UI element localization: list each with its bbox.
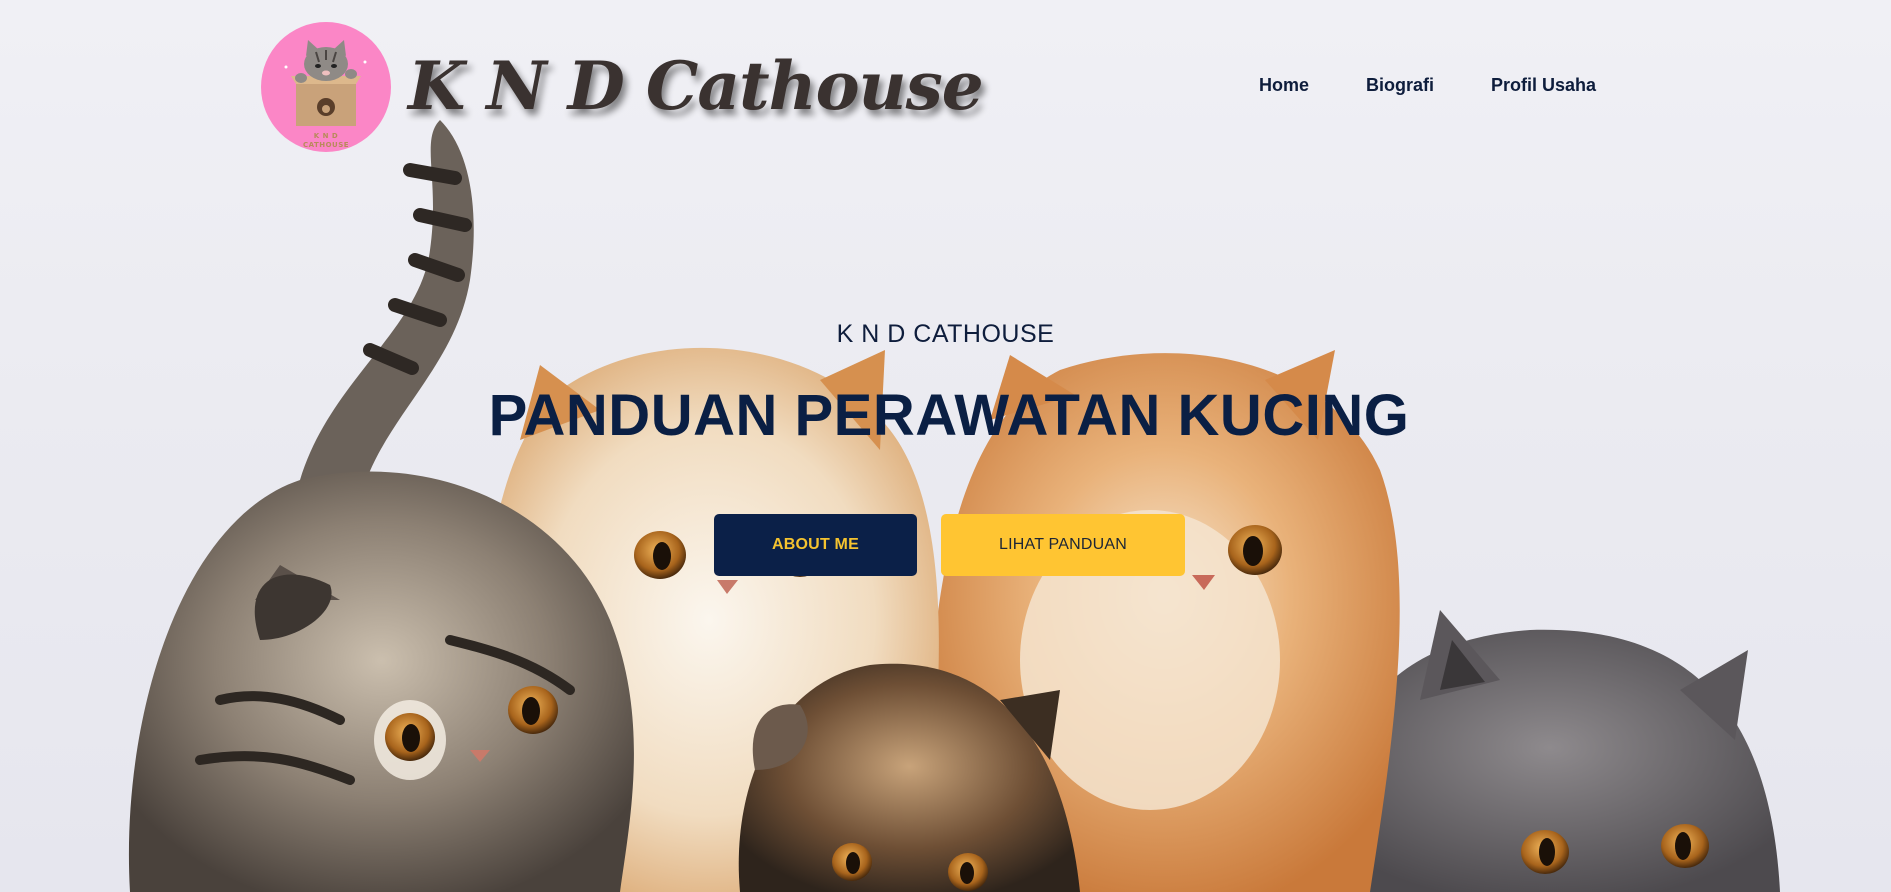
main-nav: Home Biografi Profil Usaha	[1259, 75, 1596, 96]
logo-caption-line2: CATHOUSE	[302, 141, 350, 149]
brand-title[interactable]: K N D Cathouse	[408, 46, 984, 126]
logo[interactable]: K N D CATHOUSE	[261, 22, 391, 157]
hero-page: K N D CATHOUSE K N D Cathouse Home Biogr…	[0, 0, 1891, 892]
nav-home-link[interactable]: Home	[1259, 75, 1309, 96]
logo-caption-line1: K N D	[313, 132, 339, 140]
nav-biografi-link[interactable]: Biografi	[1366, 75, 1434, 96]
hero-subtitle: K N D CATHOUSE	[836, 320, 1055, 348]
hero-title: PANDUAN PERAWATAN KUCING	[488, 383, 1410, 448]
nav-profil-usaha-link[interactable]: Profil Usaha	[1491, 75, 1596, 96]
lihat-panduan-button[interactable]: LIHAT PANDUAN	[941, 514, 1185, 576]
about-me-button[interactable]: ABOUT ME	[714, 514, 917, 576]
logo-caption: K N D CATHOUSE	[261, 132, 391, 150]
